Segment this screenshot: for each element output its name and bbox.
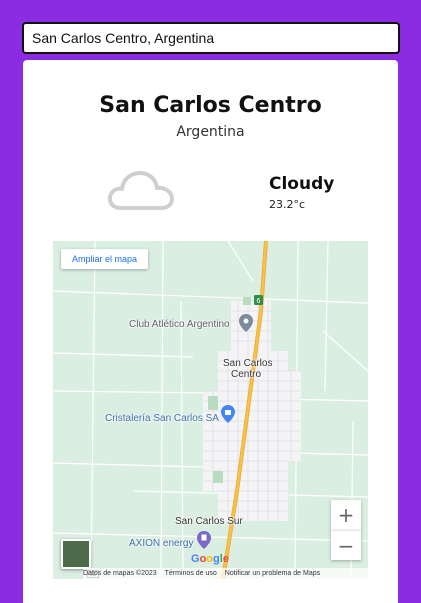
- cloud-icon: [107, 171, 174, 210]
- weather-card: San Carlos Centro Argentina Cloudy 23.2°…: [23, 60, 398, 603]
- terms-link[interactable]: Términos de uso: [165, 570, 217, 577]
- satellite-toggle[interactable]: [61, 539, 91, 569]
- city-name: San Carlos Centro: [99, 93, 322, 118]
- zoom-in-button[interactable]: +: [331, 500, 361, 530]
- route-badge: 6: [257, 298, 261, 305]
- place-label-axion[interactable]: AXION energy: [129, 538, 193, 549]
- map-view[interactable]: 6 Ampliar el mapa Club Atlético Argentin…: [53, 241, 368, 579]
- map-data-credit: Datos de mapas ©2023: [83, 570, 157, 577]
- expand-map-button[interactable]: Ampliar el mapa: [61, 249, 148, 269]
- weather-condition: Cloudy: [269, 174, 335, 194]
- place-label-sur[interactable]: San Carlos Sur: [175, 516, 243, 527]
- country-name: Argentina: [176, 124, 245, 140]
- shopping-pin-icon[interactable]: [221, 405, 235, 423]
- place-label-club[interactable]: Club Atlético Argentino: [129, 319, 230, 330]
- report-problem-link[interactable]: Notificar un problema de Maps: [225, 570, 320, 577]
- search-input[interactable]: [22, 22, 400, 54]
- map-roads: 6: [53, 241, 368, 579]
- google-logo: Google: [191, 553, 229, 565]
- place-label-cristaleria[interactable]: Cristalería San Carlos SA: [105, 413, 219, 424]
- place-label-center-2[interactable]: Centro: [231, 369, 261, 380]
- temperature: 23.2°c: [269, 198, 306, 211]
- place-pin-icon[interactable]: [239, 314, 253, 332]
- zoom-out-button[interactable]: −: [331, 530, 361, 560]
- fuel-pin-icon[interactable]: [197, 531, 211, 549]
- map-footer: Datos de mapas ©2023 Términos de uso Not…: [83, 568, 368, 579]
- place-label-center[interactable]: San Carlos: [223, 358, 272, 369]
